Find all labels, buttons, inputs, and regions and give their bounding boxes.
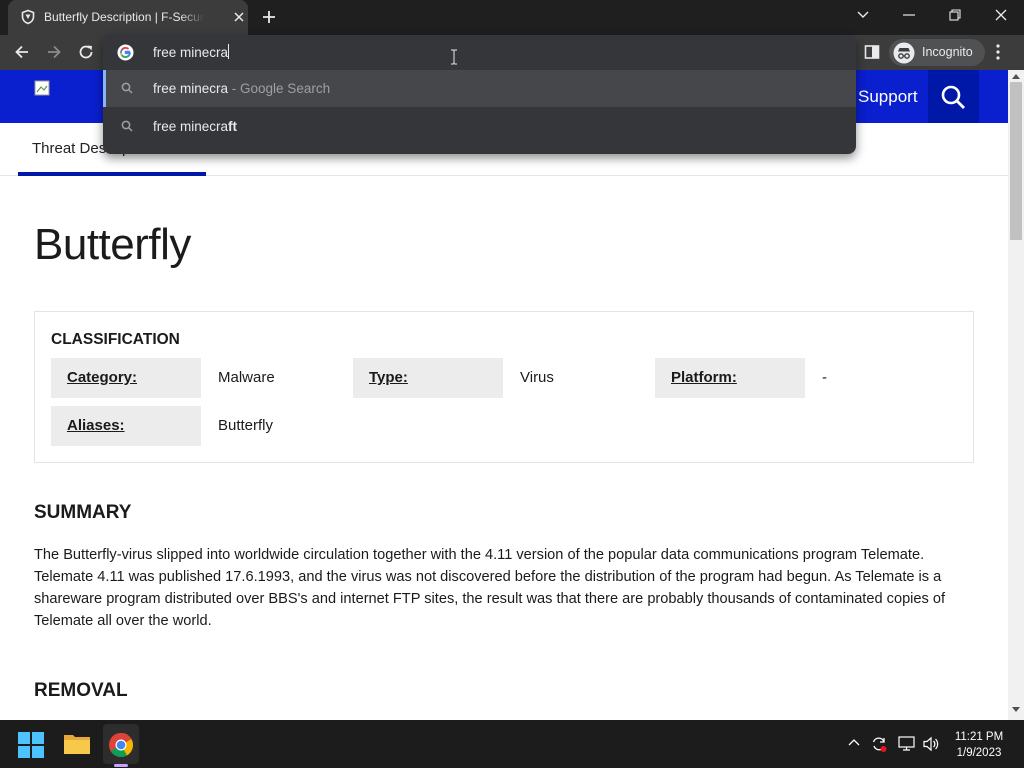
browser-window: Butterfly Description | F-Secure Labs bbox=[0, 0, 1024, 768]
suggestion-item[interactable]: free minecra - Google Search bbox=[103, 70, 856, 107]
incognito-label: Incognito bbox=[922, 45, 973, 59]
incognito-icon bbox=[893, 42, 915, 64]
active-tab-indicator bbox=[18, 172, 206, 176]
forward-arrow-icon[interactable] bbox=[45, 43, 63, 61]
suggestion-text: free minecra - Google Search bbox=[153, 81, 331, 96]
support-link[interactable]: Support bbox=[858, 87, 918, 107]
network-icon[interactable] bbox=[898, 736, 916, 752]
sync-icon[interactable] bbox=[870, 735, 888, 753]
site-logo[interactable] bbox=[34, 80, 104, 110]
browser-tab[interactable]: Butterfly Description | F-Secure Labs bbox=[8, 0, 248, 35]
incognito-profile-button[interactable]: Incognito bbox=[889, 39, 985, 66]
platform-key: Platform bbox=[655, 358, 805, 398]
category-value: Malware bbox=[218, 369, 275, 386]
platform-link[interactable]: Platform bbox=[671, 369, 737, 386]
back-arrow-icon[interactable] bbox=[13, 43, 31, 61]
search-icon bbox=[121, 82, 133, 94]
start-windows-icon[interactable] bbox=[18, 732, 50, 764]
text-caret bbox=[228, 44, 230, 59]
taskbar: 11:21 PM 1/9/2023 bbox=[0, 720, 1024, 768]
show-hidden-icons-chevron[interactable] bbox=[848, 738, 860, 746]
type-key: Type bbox=[353, 358, 503, 398]
new-tab-icon[interactable] bbox=[261, 9, 277, 25]
ibeam-cursor-icon bbox=[450, 49, 458, 65]
suggestion-item[interactable]: free minecraft bbox=[103, 108, 856, 145]
system-clock[interactable]: 11:21 PM 1/9/2023 bbox=[948, 729, 1010, 761]
shield-favicon-icon bbox=[20, 9, 36, 25]
omnibox-dropdown: free minecra free minecra - Google Searc… bbox=[103, 35, 856, 154]
suggestion-text: free minecraft bbox=[153, 119, 238, 134]
type-value: Virus bbox=[520, 369, 554, 386]
platform-value: - bbox=[822, 369, 827, 386]
scroll-down-icon[interactable] bbox=[1012, 707, 1020, 712]
aliases-link[interactable]: Aliases bbox=[67, 417, 125, 434]
search-icon bbox=[121, 120, 133, 132]
more-menu-icon[interactable] bbox=[996, 44, 1000, 60]
google-icon bbox=[117, 44, 134, 61]
summary-text: The Butterfly-virus slipped into worldwi… bbox=[34, 547, 946, 629]
restore-icon[interactable] bbox=[944, 7, 966, 23]
scroll-thumb[interactable] bbox=[1010, 82, 1022, 240]
side-panel-icon[interactable] bbox=[864, 44, 880, 60]
web-page: Support Threat Descriptions Articles But… bbox=[0, 70, 1008, 720]
clock-time: 11:21 PM bbox=[954, 731, 1004, 743]
reload-icon[interactable] bbox=[77, 43, 95, 61]
aliases-value: Butterfly bbox=[218, 417, 274, 434]
file-explorer-icon[interactable] bbox=[63, 731, 95, 763]
chrome-icon[interactable] bbox=[108, 732, 140, 764]
close-window-icon[interactable] bbox=[990, 7, 1012, 23]
address-input[interactable]: free minecra bbox=[153, 44, 230, 60]
address-bar[interactable]: free minecra bbox=[103, 35, 856, 70]
close-tab-icon[interactable] bbox=[232, 10, 246, 24]
summary-heading: SUMMARY bbox=[34, 502, 132, 523]
aliases-key: Aliases bbox=[51, 406, 201, 446]
site-search-button[interactable] bbox=[928, 70, 979, 123]
clock-date: 1/9/2023 bbox=[956, 747, 1002, 759]
tab-search-chevron-icon[interactable] bbox=[852, 7, 874, 23]
volume-icon[interactable] bbox=[922, 736, 940, 752]
classification-heading: CLASSIFICATION bbox=[51, 331, 180, 348]
tab-title: Butterfly Description | F-Secure Labs bbox=[44, 10, 204, 24]
category-link[interactable]: Category bbox=[67, 369, 137, 386]
category-key: Category bbox=[51, 358, 201, 398]
removal-heading: REMOVAL bbox=[34, 680, 128, 701]
running-indicator bbox=[114, 764, 128, 767]
page-title: Butterfly bbox=[34, 220, 191, 269]
minimize-icon[interactable] bbox=[898, 7, 920, 23]
scroll-up-icon[interactable] bbox=[1012, 74, 1020, 79]
page-scrollbar[interactable] bbox=[1008, 70, 1024, 720]
selection-indicator bbox=[103, 70, 106, 107]
classification-box: CLASSIFICATION Category Malware Type Vir… bbox=[34, 311, 974, 463]
type-link[interactable]: Type bbox=[369, 369, 408, 386]
tab-strip: Butterfly Description | F-Secure Labs bbox=[0, 0, 1024, 35]
